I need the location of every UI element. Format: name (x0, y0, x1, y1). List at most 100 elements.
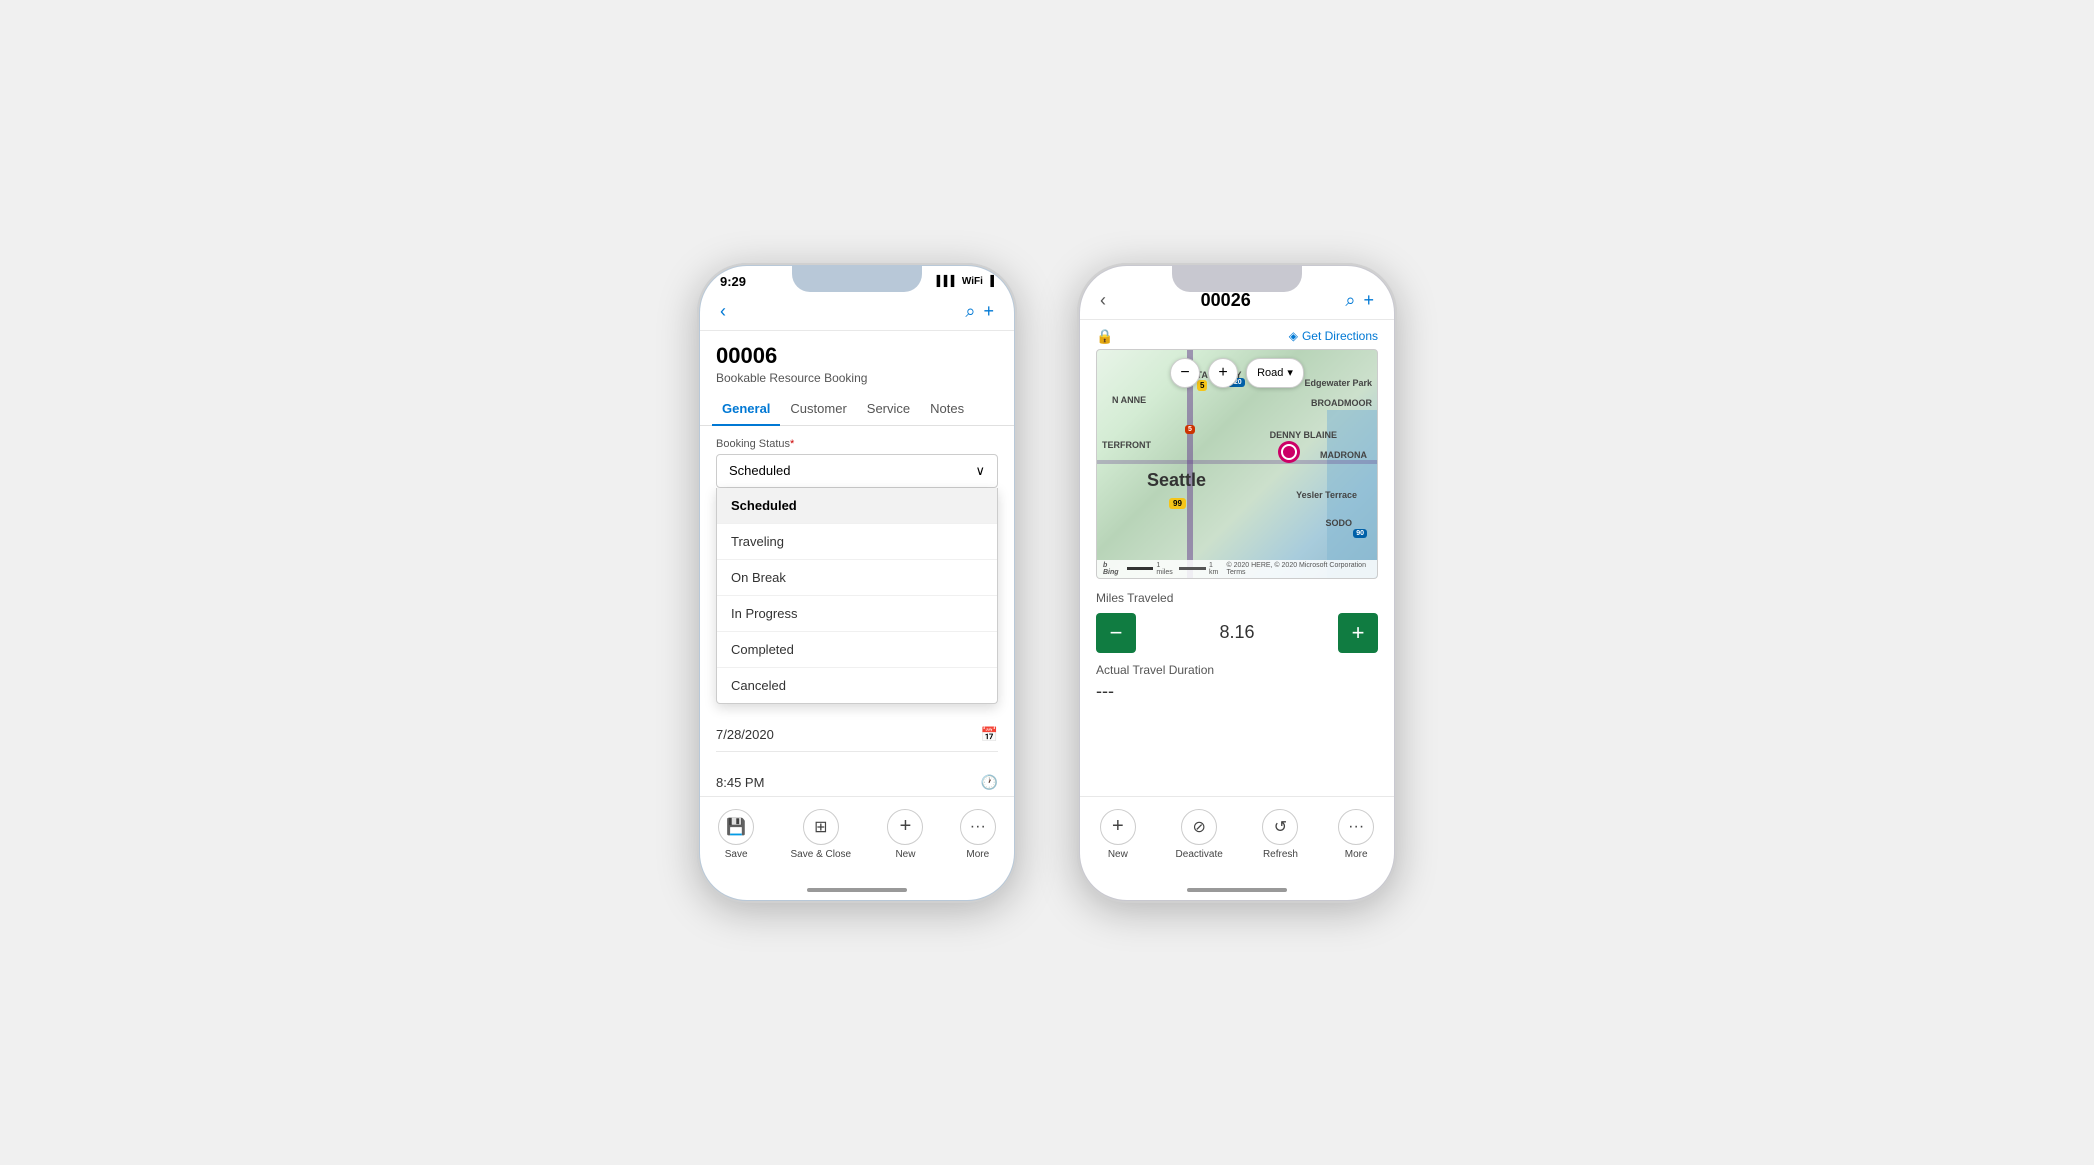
new-label-right: New (1108, 849, 1128, 860)
option-traveling[interactable]: Traveling (717, 524, 997, 560)
get-directions-label: Get Directions (1302, 329, 1378, 343)
miles-value: 8.16 (1144, 622, 1330, 643)
new-icon-left: + (887, 809, 923, 845)
deactivate-icon: ⊘ (1181, 809, 1217, 845)
road-label: Road (1257, 367, 1283, 379)
map-footer: b Bing 1 miles 1 km © 2020 HERE, © 2020 … (1097, 560, 1377, 578)
right-content: Miles Traveled − 8.16 + Actual Travel Du… (1080, 579, 1394, 796)
lock-directions-bar: 🔒 ◈ Get Directions (1080, 320, 1394, 349)
time-value: 8:45 PM (716, 775, 764, 790)
highway-99-badge: 99 (1169, 498, 1186, 509)
search-button-right[interactable]: ⌕ (1341, 286, 1359, 315)
plus-button[interactable]: + (1338, 613, 1378, 653)
add-button-right[interactable]: + (1359, 286, 1378, 315)
get-directions-button[interactable]: ◈ Get Directions (1289, 329, 1378, 343)
more-label-right: More (1345, 849, 1368, 860)
nav-bar-left: ‹ ⌕ + (700, 293, 1014, 331)
new-button-right[interactable]: + New (1092, 805, 1144, 864)
madrona-label: MADRONA (1320, 450, 1367, 460)
record-number: 00006 (716, 343, 998, 369)
tabs: General Customer Service Notes (700, 393, 1014, 426)
deactivate-button[interactable]: ⊘ Deactivate (1168, 805, 1231, 864)
zoom-out-button[interactable]: − (1170, 358, 1200, 388)
record-type: Bookable Resource Booking (716, 371, 998, 385)
action-bar-right: + New ⊘ Deactivate ↺ Refresh ··· More (1080, 796, 1394, 880)
map-controls: − + Road ▾ (1097, 358, 1377, 388)
option-in-progress[interactable]: In Progress (717, 596, 997, 632)
highway-5-shield: 5 (1185, 425, 1195, 434)
back-button-right[interactable]: ‹ (1096, 286, 1110, 315)
notch-left (792, 266, 922, 292)
add-button-left[interactable]: + (979, 297, 998, 326)
sodo-label: SODO (1325, 518, 1352, 528)
scale-bar: 1 miles 1 km (1127, 562, 1223, 576)
booking-status-dropdown[interactable]: Scheduled ∨ Scheduled Traveling On Break… (716, 454, 998, 704)
save-close-icon: ⊞ (803, 809, 839, 845)
home-bar-left (807, 888, 907, 892)
save-button[interactable]: 💾 Save (710, 805, 762, 864)
road-chevron-icon: ▾ (1287, 366, 1293, 379)
chevron-down-icon: ∨ (975, 463, 985, 479)
map-road-horizontal (1097, 460, 1377, 464)
option-on-break[interactable]: On Break (717, 560, 997, 596)
option-completed[interactable]: Completed (717, 632, 997, 668)
save-close-label: Save & Close (791, 849, 852, 860)
tab-notes[interactable]: Notes (920, 393, 974, 426)
notch-right (1172, 266, 1302, 292)
map-pin (1281, 444, 1297, 460)
denny-blaine-label: DENNY BLAINE (1270, 430, 1337, 440)
back-button-left[interactable]: ‹ (716, 297, 730, 326)
calendar-icon: 📅 (981, 726, 998, 743)
minus-icon: − (1110, 620, 1123, 646)
travel-duration-label: Actual Travel Duration (1096, 663, 1378, 677)
map-container[interactable]: PORTAGE BAY N ANNE Edgewater Park BROADM… (1096, 349, 1378, 579)
option-scheduled[interactable]: Scheduled (717, 488, 997, 524)
refresh-button[interactable]: ↺ Refresh (1254, 805, 1306, 864)
dropdown-menu: Scheduled Traveling On Break In Progress… (716, 488, 998, 704)
time-field: 8:45 PM 🕐 (716, 766, 998, 796)
miles-section: Miles Traveled − 8.16 + Actual Travel Du… (1080, 579, 1394, 714)
map-copyright: © 2020 HERE, © 2020 Microsoft Corporatio… (1226, 562, 1371, 576)
date-row[interactable]: 7/28/2020 📅 (716, 718, 998, 752)
new-button-left[interactable]: + New (879, 805, 931, 864)
lock-icon: 🔒 (1096, 328, 1113, 345)
tab-general[interactable]: General (712, 393, 780, 426)
more-button-left[interactable]: ··· More (952, 805, 1004, 864)
record-number-right: 00026 (1110, 290, 1341, 311)
status-icons: ▌▌▌ WiFi ▐ (937, 276, 994, 287)
new-label-left: New (895, 849, 915, 860)
terfront-label: TERFRONT (1102, 440, 1151, 450)
home-indicator-left (700, 880, 1014, 900)
refresh-label: Refresh (1263, 849, 1298, 860)
date-value: 7/28/2020 (716, 727, 774, 742)
booking-status-label: Booking Status* (716, 438, 998, 450)
more-button-right[interactable]: ··· More (1330, 805, 1382, 864)
clock-icon: 🕐 (981, 774, 998, 791)
travel-duration-value: --- (1096, 681, 1378, 702)
wifi-icon: WiFi (962, 276, 983, 287)
left-phone: 9:29 ▌▌▌ WiFi ▐ ‹ ⌕ + 00006 Bookable Res… (697, 263, 1017, 903)
option-canceled[interactable]: Canceled (717, 668, 997, 703)
form-area: Booking Status* Scheduled ∨ Scheduled Tr… (700, 426, 1014, 796)
tab-service[interactable]: Service (857, 393, 920, 426)
minus-button[interactable]: − (1096, 613, 1136, 653)
form-content: Booking Status* Scheduled ∨ Scheduled Tr… (700, 426, 1014, 796)
home-indicator-right (1080, 880, 1394, 900)
zoom-in-button[interactable]: + (1208, 358, 1238, 388)
tab-customer[interactable]: Customer (780, 393, 856, 426)
time-row[interactable]: 8:45 PM 🕐 (716, 766, 998, 796)
scale-1mi: 1 miles (1156, 562, 1176, 576)
save-label: Save (725, 849, 748, 860)
road-type-button[interactable]: Road ▾ (1246, 358, 1304, 388)
deactivate-label: Deactivate (1176, 849, 1223, 860)
search-button-left[interactable]: ⌕ (961, 297, 979, 326)
scale-1km: 1 km (1209, 562, 1223, 576)
yesler-terrace-label: Yesler Terrace (1296, 490, 1357, 500)
more-icon-right: ··· (1338, 809, 1374, 845)
save-close-button[interactable]: ⊞ Save & Close (783, 805, 860, 864)
bing-logo: b Bing (1103, 562, 1123, 576)
dropdown-trigger[interactable]: Scheduled ∨ (716, 454, 998, 488)
highway-90-badge: 90 (1353, 529, 1367, 538)
seattle-label: Seattle (1147, 470, 1206, 491)
status-time: 9:29 (720, 274, 746, 289)
